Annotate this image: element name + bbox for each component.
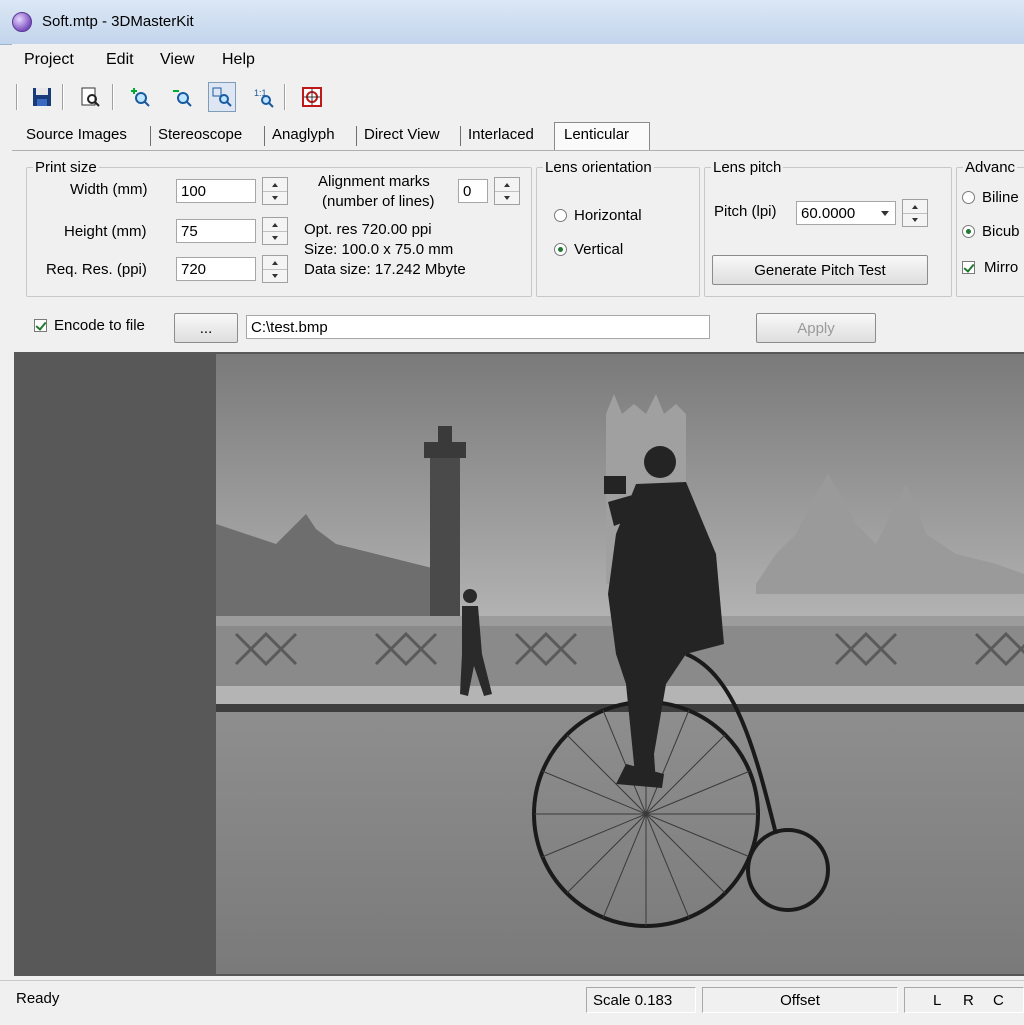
status-r: R <box>963 991 974 1009</box>
horizontal-radio[interactable] <box>554 209 567 222</box>
status-scale: Scale 0.183 <box>593 991 673 1009</box>
menu-help[interactable]: Help <box>222 51 255 69</box>
lens-orientation-legend: Lens orientation <box>545 159 652 176</box>
width-label: Width (mm) <box>70 181 148 198</box>
tab-stereoscope[interactable]: Stereoscope <box>158 126 242 143</box>
req-res-label: Req. Res. (ppi) <box>46 261 147 278</box>
print-preview-icon[interactable] <box>76 82 104 112</box>
alignment-label-line1: Alignment marks <box>318 173 430 190</box>
app-icon <box>12 12 32 32</box>
status-bar: Ready Scale 0.183 Offset L R C <box>0 980 1024 1025</box>
menu-project[interactable]: Project <box>24 51 74 69</box>
chevron-down-icon[interactable] <box>877 204 893 222</box>
zoom-actual-icon[interactable]: 1:1 <box>250 82 278 112</box>
encode-to-file-label[interactable]: Encode to file <box>54 317 145 334</box>
horizontal-label[interactable]: Horizontal <box>574 207 642 224</box>
toolbar-separator <box>62 84 64 110</box>
menu-edit[interactable]: Edit <box>106 51 134 69</box>
tab-strip: Source Images Stereoscope Anaglyph Direc… <box>12 120 1024 154</box>
status-c: C <box>993 991 1004 1009</box>
req-res-input[interactable] <box>176 257 256 281</box>
image-viewport[interactable] <box>14 352 1024 976</box>
zoom-in-icon[interactable] <box>126 82 154 112</box>
menu-bar: Project Edit View Help <box>12 44 1024 76</box>
bilinear-label[interactable]: Biline <box>982 189 1019 206</box>
toolbar-grip <box>16 84 18 110</box>
width-input[interactable] <box>176 179 256 203</box>
alignment-label-line2: (number of lines) <box>322 193 435 210</box>
toolbar-separator <box>284 84 286 110</box>
mirror-checkbox[interactable] <box>962 261 975 274</box>
height-label: Height (mm) <box>64 223 147 240</box>
title-bar: Soft.mtp - 3DMasterKit <box>0 0 1024 45</box>
advanced-legend: Advanc <box>965 159 1016 176</box>
status-scale-pane: Scale 0.183 <box>586 987 696 1013</box>
output-path-input[interactable] <box>246 315 710 339</box>
alignment-marks-input[interactable] <box>458 179 488 203</box>
bilinear-radio[interactable] <box>962 191 975 204</box>
status-l: L <box>933 991 942 1009</box>
toolbar: 1:1 <box>12 78 1024 118</box>
toolbar-separator <box>112 84 114 110</box>
vertical-radio[interactable] <box>554 243 567 256</box>
status-offset-pane: Offset <box>702 987 898 1013</box>
tab-direct-view[interactable]: Direct View <box>364 126 440 143</box>
print-size-legend: Print size <box>35 159 97 176</box>
pitch-combo[interactable]: 60.0000 <box>796 201 896 225</box>
tab-source-images[interactable]: Source Images <box>26 126 127 143</box>
lens-orientation-group: Lens orientation <box>536 159 700 297</box>
apply-button[interactable]: Apply <box>756 313 876 343</box>
photo-penny-farthing <box>216 354 1024 974</box>
zoom-out-icon[interactable] <box>168 82 196 112</box>
bicubic-radio[interactable] <box>962 225 975 238</box>
bicubic-label[interactable]: Bicub <box>982 223 1020 240</box>
menu-view[interactable]: View <box>160 51 194 69</box>
tab-lenticular[interactable]: Lenticular <box>564 126 629 143</box>
lenticular-panel: Print size Width (mm) Height (mm) Req. R… <box>12 150 1024 347</box>
status-lrc-pane: L R C <box>904 987 1024 1013</box>
width-spinner[interactable] <box>262 177 288 205</box>
req-res-spinner[interactable] <box>262 255 288 283</box>
generate-pitch-test-button[interactable]: Generate Pitch Test <box>712 255 928 285</box>
mirror-label[interactable]: Mirro <box>984 259 1018 276</box>
encode-to-file-checkbox[interactable] <box>34 319 47 332</box>
lens-pitch-legend: Lens pitch <box>713 159 782 176</box>
window-title: Soft.mtp - 3DMasterKit <box>42 13 194 30</box>
vertical-label[interactable]: Vertical <box>574 241 623 258</box>
status-ready: Ready <box>16 990 60 1007</box>
save-icon[interactable] <box>28 82 56 112</box>
alignment-marks-spinner[interactable] <box>494 177 520 205</box>
data-size-text: Data size: 17.242 Mbyte <box>304 261 466 278</box>
tab-anaglyph[interactable]: Anaglyph <box>272 126 335 143</box>
zoom-fit-icon[interactable] <box>208 82 236 112</box>
pitch-label: Pitch (lpi) <box>714 203 777 220</box>
pitch-value: 60.0000 <box>801 205 856 222</box>
height-spinner[interactable] <box>262 217 288 245</box>
preview-image <box>216 354 1024 974</box>
tab-interlaced[interactable]: Interlaced <box>468 126 534 143</box>
browse-button[interactable]: ... <box>174 313 238 343</box>
status-offset: Offset <box>780 991 820 1009</box>
opt-res-text: Opt. res 720.00 ppi <box>304 221 432 238</box>
lenticular-settings-icon[interactable] <box>298 82 326 112</box>
size-text: Size: 100.0 x 75.0 mm <box>304 241 454 258</box>
height-input[interactable] <box>176 219 256 243</box>
pitch-spinner[interactable] <box>902 199 928 227</box>
